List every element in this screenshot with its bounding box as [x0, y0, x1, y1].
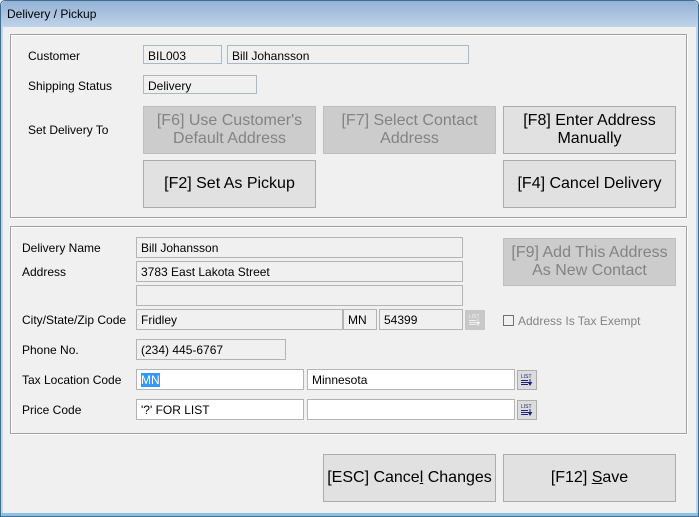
- city-list-button[interactable]: LIST: [465, 310, 485, 330]
- use-default-address-button[interactable]: [F6] Use Customer's Default Address: [143, 106, 316, 154]
- window-title: Delivery / Pickup: [7, 7, 97, 21]
- delivery-pickup-window: Delivery / Pickup Customer BIL003 Bill J…: [0, 0, 699, 517]
- tax-location-list-button[interactable]: LIST: [517, 370, 537, 390]
- price-code-label: Price Code: [22, 403, 82, 417]
- customer-name-field: Bill Johansson: [227, 45, 469, 64]
- window-frame-right: [696, 27, 698, 516]
- phone-label: Phone No.: [22, 343, 79, 357]
- enter-address-manually-button[interactable]: [F8] Enter Address Manually: [503, 106, 676, 154]
- use-default-address-line2: Default Address: [173, 130, 286, 147]
- cancel-changes-suffix: Changes: [423, 469, 492, 486]
- list-icon: LIST: [521, 374, 533, 386]
- city-field[interactable]: Fridley: [136, 309, 343, 330]
- enter-manually-line1: [F8] Enter Address: [523, 112, 656, 129]
- select-contact-address-button[interactable]: [F7] Select Contact Address: [323, 106, 496, 154]
- price-code-name-field[interactable]: [307, 399, 515, 420]
- tax-location-label: Tax Location Code: [22, 373, 122, 387]
- address-label: Address: [22, 265, 67, 279]
- save-prefix: [F12]: [550, 469, 592, 486]
- enter-manually-line2: Manually: [557, 130, 622, 147]
- title-bar[interactable]: Delivery / Pickup: [1, 1, 698, 27]
- cancel-delivery-button[interactable]: [F4] Cancel Delivery: [503, 160, 676, 208]
- list-icon: LIST: [469, 314, 481, 326]
- set-delivery-to-label: Set Delivery To: [28, 123, 109, 137]
- price-code-list-button[interactable]: LIST: [517, 400, 537, 420]
- window-frame-bottom: [1, 513, 698, 516]
- cancel-changes-prefix: [ESC] Cance: [327, 469, 420, 486]
- delivery-name-field[interactable]: Bill Johansson: [136, 237, 463, 258]
- save-button[interactable]: [F12] Save: [503, 454, 676, 502]
- shipping-status-field: Delivery: [143, 75, 257, 94]
- select-contact-line2: Address: [380, 130, 439, 147]
- use-default-address-line1: [F6] Use Customer's: [156, 112, 303, 129]
- add-address-as-contact-button[interactable]: [F9] Add This Address As New Contact: [503, 238, 676, 286]
- price-code-input[interactable]: '?' FOR LIST: [136, 399, 304, 420]
- tax-location-code-value: MN: [141, 373, 160, 387]
- list-icon: LIST: [521, 404, 533, 416]
- tax-exempt-checkbox[interactable]: [503, 315, 514, 326]
- add-contact-line1: [F9] Add This Address: [511, 244, 668, 261]
- set-as-pickup-button[interactable]: [F2] Set As Pickup: [143, 160, 316, 208]
- tax-location-name-field[interactable]: Minnesota: [307, 369, 515, 390]
- window-frame-left: [1, 27, 3, 516]
- state-field[interactable]: MN: [343, 309, 377, 330]
- cancel-changes-button[interactable]: [ESC] Cance l Changes: [323, 454, 496, 502]
- save-suffix: ave: [602, 469, 629, 486]
- add-contact-line2: As New Contact: [532, 262, 647, 279]
- address-line1-field[interactable]: 3783 East Lakota Street: [136, 261, 463, 282]
- tax-location-code-input[interactable]: MN: [136, 369, 304, 390]
- city-state-zip-label: City/State/Zip Code: [22, 313, 127, 327]
- save-mnemonic: S: [591, 469, 603, 486]
- customer-code-field: BIL003: [143, 45, 222, 64]
- delivery-name-label: Delivery Name: [22, 241, 101, 255]
- zip-field[interactable]: 54399: [379, 309, 463, 330]
- tax-exempt-label: Address Is Tax Exempt: [518, 314, 641, 328]
- customer-label: Customer: [28, 49, 81, 63]
- shipping-status-label: Shipping Status: [28, 79, 113, 93]
- select-contact-line1: [F7] Select Contact: [341, 112, 478, 129]
- phone-field[interactable]: (234) 445-6767: [136, 339, 286, 360]
- address-line2-field[interactable]: [136, 285, 463, 306]
